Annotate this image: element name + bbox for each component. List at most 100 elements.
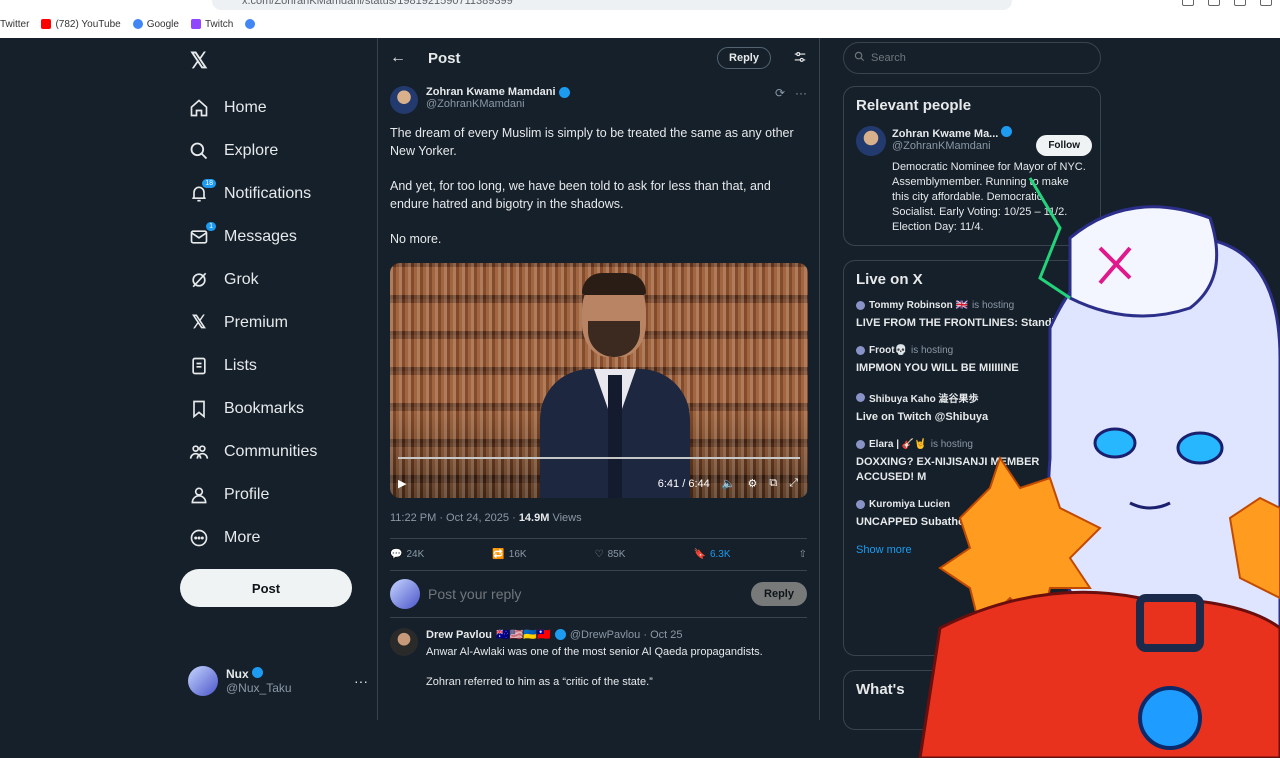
reply-action[interactable]: 💬 24K [390, 549, 424, 560]
nav-profile[interactable]: Profile [188, 473, 317, 516]
x-app: 𝕏 Home Explore 18 Notifications 1 Messag… [0, 38, 1280, 758]
browser-toolbar-icons [1182, 0, 1272, 6]
author-name[interactable]: Zohran Kwame Mamdani [426, 86, 570, 98]
share-icon[interactable]: ⇧ [799, 549, 807, 560]
x-logo-icon[interactable]: 𝕏 [190, 48, 208, 74]
home-icon [188, 97, 210, 119]
nav-bookmarks[interactable]: Bookmarks [188, 387, 317, 430]
video-progress-bar[interactable] [398, 457, 800, 459]
account-name: Nux [226, 667, 292, 681]
list-icon [188, 355, 210, 377]
vtuber-avatar-overlay [918, 177, 1280, 758]
reply-icon: 💬 [390, 549, 403, 560]
settings-icon[interactable]: ⚙ [747, 477, 757, 490]
tweet-meta: 11:22 PM · Oct 24, 2025 · 14.9M Views [390, 512, 582, 524]
avatar[interactable] [390, 628, 418, 656]
avatar[interactable] [390, 86, 418, 114]
reply-button[interactable]: Reply [751, 582, 807, 606]
nav-grok[interactable]: Grok [188, 258, 317, 301]
avatar [856, 301, 865, 310]
nav-lists[interactable]: Lists [188, 344, 317, 387]
bookmark-icon [188, 398, 210, 420]
bookmark-youtube[interactable]: (782) YouTube [41, 19, 121, 30]
google-icon [132, 19, 143, 29]
video-controls: ▶ 6:41 / 6:44 🔈 ⚙ ⧉ ⤢ [398, 477, 798, 490]
grok-icon[interactable]: ⟳ [775, 86, 785, 100]
avatar[interactable] [856, 126, 886, 156]
nav-premium[interactable]: 𝕏 Premium [188, 301, 317, 344]
reply-composer: Post your reply Reply [390, 571, 807, 618]
nav-explore[interactable]: Explore [188, 129, 317, 172]
extension-icon[interactable] [1182, 0, 1194, 6]
nav-more[interactable]: More [188, 516, 317, 559]
main-tweet: Zohran Kwame Mamdani @ZohranKMamdani ⟳ ·… [378, 78, 819, 722]
tweet-actions: 💬 24K 🔁 16K ♡ 85K 🔖 6.3K ⇧ [390, 538, 807, 571]
bookmark-icon: 🔖 [693, 549, 706, 560]
video-time: 6:41 / 6:44 [657, 477, 710, 490]
play-icon[interactable]: ▶ [398, 477, 406, 490]
sliders-icon[interactable] [793, 50, 807, 67]
reply-tweet[interactable]: Drew Pavlou 🇦🇺🇺🇸🇺🇦🇹🇼 @DrewPavlou · Oct 2… [390, 618, 807, 714]
minimize-icon[interactable] [1260, 0, 1272, 6]
bookmark-twitch[interactable]: Twitch [190, 19, 233, 30]
post-header: ← Post Reply [378, 38, 819, 78]
bookmark-twitter[interactable]: Twitter [0, 19, 29, 30]
avatar [856, 500, 865, 509]
repost-icon: 🔁 [492, 549, 505, 560]
tweet-paragraph: And yet, for too long, we have been told… [390, 179, 771, 211]
bookmark-google-2[interactable] [245, 19, 256, 29]
post-button[interactable]: Post [180, 569, 352, 607]
video-player[interactable]: ▶ 6:41 / 6:44 🔈 ⚙ ⧉ ⤢ [390, 263, 808, 498]
author-handle[interactable]: @DrewPavlou · Oct 25 [570, 629, 683, 641]
youtube-icon [41, 19, 52, 29]
nav-home[interactable]: Home [188, 86, 317, 129]
view-count: 14.9M [518, 512, 550, 524]
main-column: ← Post Reply Zohran Kwame Mamdani @Zohra… [377, 38, 820, 720]
author-handle[interactable]: @ZohranKMamdani [426, 98, 570, 110]
follow-button[interactable]: Follow [1036, 135, 1092, 156]
account-switcher[interactable]: Nux @Nux_Taku ··· [188, 666, 368, 696]
bookmark-action[interactable]: 🔖 6.3K [694, 549, 731, 560]
message-badge: 1 [206, 221, 216, 231]
google-icon [245, 19, 256, 29]
tweet-paragraph: The dream of every Muslim is simply to b… [390, 126, 794, 158]
extension-icon[interactable] [1234, 0, 1246, 6]
reply-input[interactable]: Post your reply [428, 586, 743, 602]
back-arrow-icon[interactable]: ← [390, 49, 406, 67]
account-menu-icon[interactable]: ··· [354, 673, 368, 689]
left-sidebar: 𝕏 Home Explore 18 Notifications 1 Messag… [180, 38, 370, 720]
person-icon [188, 484, 210, 506]
avatar [856, 440, 865, 449]
bookmark-google[interactable]: Google [132, 19, 179, 30]
avatar [856, 393, 865, 402]
search-icon [188, 140, 210, 162]
volume-icon[interactable]: 🔈 [722, 477, 736, 490]
repost-action[interactable]: 🔁 16K [492, 549, 526, 560]
page-title: Post [428, 49, 461, 67]
nav-notifications[interactable]: 18 Notifications [188, 172, 317, 215]
account-handle: @Nux_Taku [226, 681, 292, 695]
avatar [856, 346, 865, 355]
grok-icon [188, 269, 210, 291]
fullscreen-icon[interactable]: ⤢ [789, 477, 798, 490]
extension-icon[interactable] [1208, 0, 1220, 6]
verified-icon [252, 667, 264, 678]
address-bar[interactable]: x.com/ZohranKMamdani/status/198192159071… [212, 0, 1012, 10]
verified-icon [1001, 126, 1013, 137]
nav-communities[interactable]: Communities [188, 430, 317, 473]
nav-messages[interactable]: 1 Messages [188, 215, 317, 258]
pip-icon[interactable]: ⧉ [769, 477, 777, 490]
reply-header-button[interactable]: Reply [717, 47, 771, 69]
browser-chrome: x.com/ZohranKMamdani/status/198192159071… [0, 0, 1280, 38]
search-input[interactable]: Search [843, 42, 1101, 74]
heart-icon: ♡ [594, 549, 604, 560]
x-logo-icon: 𝕏 [191, 312, 207, 332]
author-name[interactable]: Drew Pavlou [426, 629, 492, 641]
notification-badge: 18 [202, 178, 216, 188]
bell-icon: 18 [188, 178, 216, 205]
more-icon[interactable]: ··· [795, 86, 807, 100]
twitch-icon [190, 19, 201, 29]
like-action[interactable]: ♡ 85K [595, 549, 626, 560]
more-circle-icon [188, 527, 210, 549]
verified-icon [558, 86, 570, 98]
